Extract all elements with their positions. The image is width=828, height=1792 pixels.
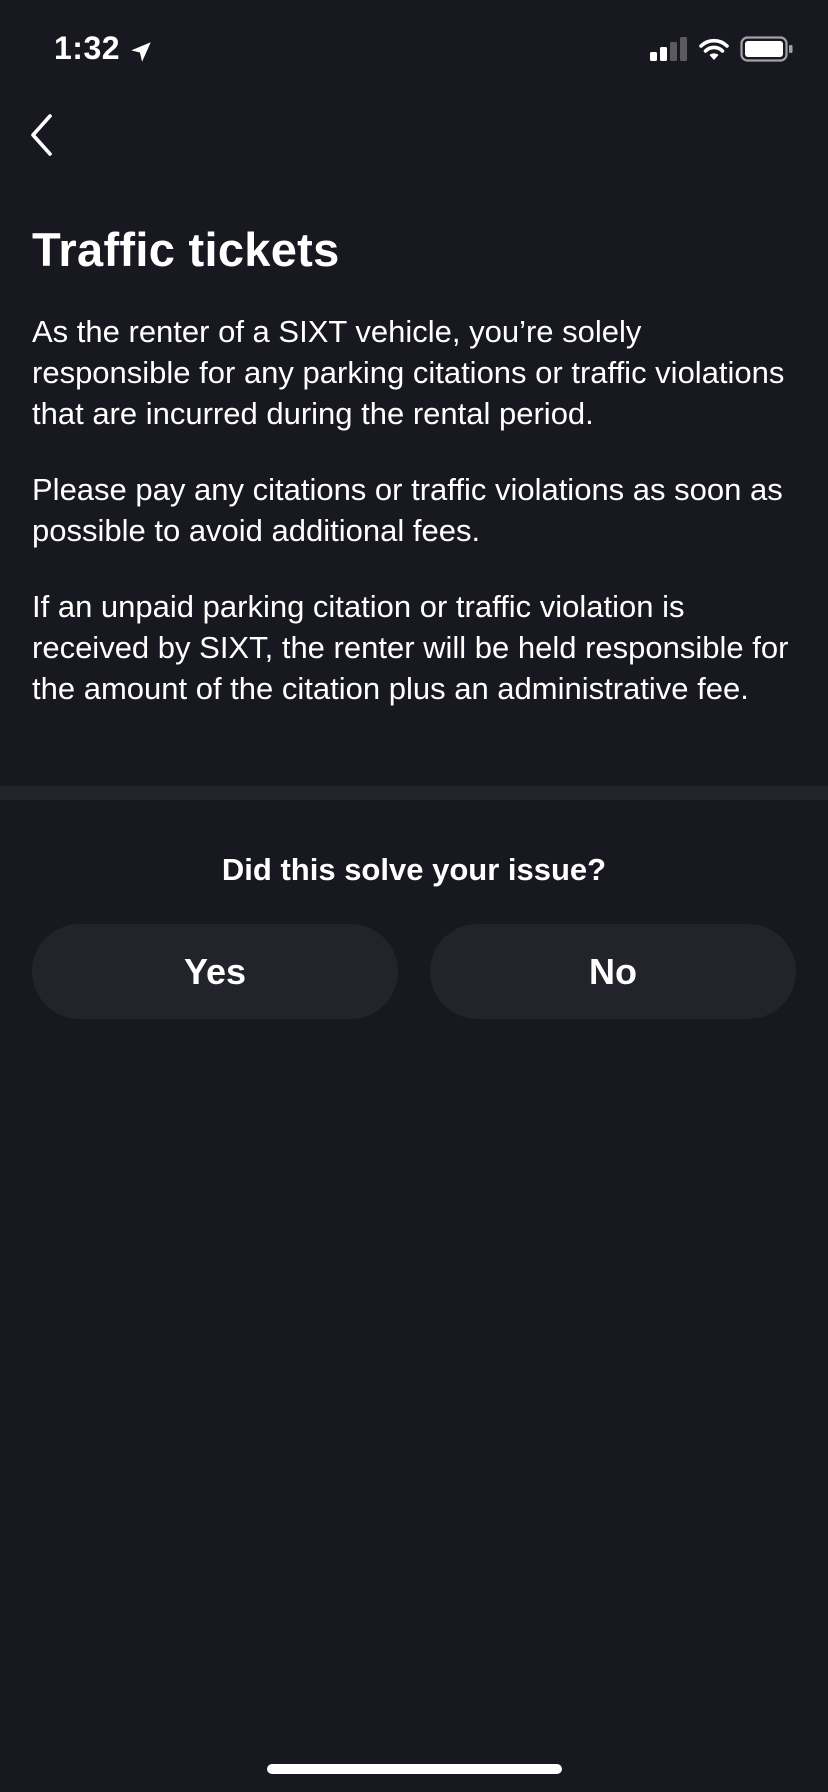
battery-icon: [740, 36, 794, 62]
article-content: Traffic tickets As the renter of a SIXT …: [32, 222, 802, 744]
no-button[interactable]: No: [430, 924, 796, 1019]
section-divider: [0, 786, 828, 800]
status-time: 1:32: [54, 30, 154, 67]
feedback-section: Did this solve your issue?: [0, 852, 828, 888]
wifi-icon: [698, 36, 730, 62]
location-arrow-icon: [128, 36, 154, 62]
yes-button[interactable]: Yes: [32, 924, 398, 1019]
paragraph-unpaid-citation: If an unpaid parking citation or traffic…: [32, 589, 789, 706]
feedback-question: Did this solve your issue?: [221, 852, 607, 887]
status-indicators: [650, 36, 794, 62]
paragraph-responsibility: As the renter of a SIXT vehicle, you’re …: [32, 314, 785, 431]
page-title: Traffic tickets: [32, 223, 340, 276]
home-indicator: [267, 1764, 562, 1774]
feedback-buttons: Yes No: [32, 924, 796, 1019]
paragraph-pay-citations: Please pay any citations or traffic viol…: [32, 472, 783, 548]
chevron-left-icon: [28, 112, 56, 163]
status-time-text: 1:32: [54, 30, 121, 66]
status-bar: 1:32: [0, 0, 828, 100]
cellular-signal-icon: [650, 37, 688, 61]
back-button[interactable]: [22, 110, 62, 164]
